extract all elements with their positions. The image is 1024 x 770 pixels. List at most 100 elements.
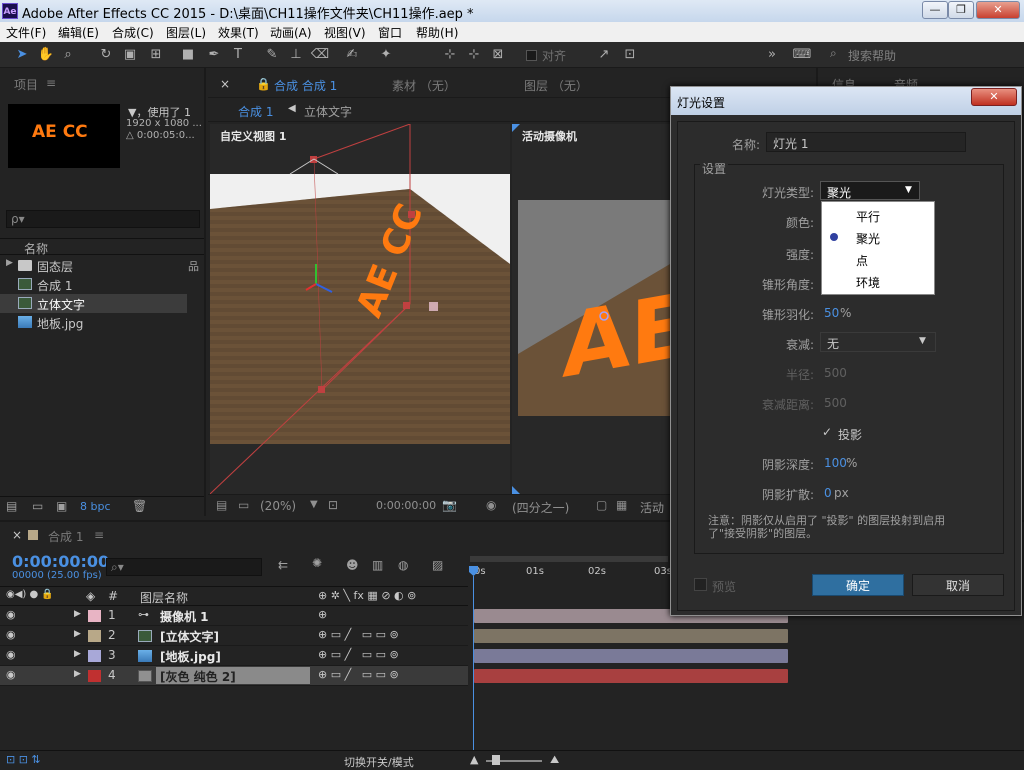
chevron-down-icon[interactable]: ▼: [310, 499, 318, 510]
project-tab[interactable]: 项目: [14, 76, 38, 93]
layer-name[interactable]: [地板.jpg]: [160, 648, 221, 665]
minimize-button[interactable]: —: [922, 1, 948, 19]
tab-composition[interactable]: 合成 合成 1: [274, 77, 337, 94]
rectangle-tool-icon[interactable]: ■: [178, 45, 198, 65]
falloff-dropdown[interactable]: 无 ▼: [820, 332, 936, 352]
project-menu-icon[interactable]: ≡: [46, 76, 56, 90]
label-swatch[interactable]: [88, 630, 101, 642]
world-axis-icon[interactable]: ⊹: [464, 45, 484, 65]
option-ambient[interactable]: 环境: [822, 271, 934, 292]
keyboard-icon[interactable]: ⌨: [792, 45, 812, 65]
time-ruler[interactable]: 0s 01s 02s 03s: [468, 556, 672, 586]
view-axis-icon[interactable]: ⊠: [488, 45, 508, 65]
workspace-expand-icon[interactable]: »: [762, 45, 782, 65]
viewer-timecode[interactable]: 0:00:00:00: [376, 499, 436, 512]
brush-tool-icon[interactable]: ✎: [262, 45, 282, 65]
expand-arrow-icon[interactable]: ▶: [74, 629, 81, 639]
switches-icon[interactable]: ⊕ ▭ ╱ ▭ ▭ ⊚: [318, 628, 399, 641]
active-camera-view[interactable]: 活动摄像机 AE CC: [512, 124, 670, 494]
new-folder-icon[interactable]: ▭: [32, 499, 43, 513]
option-spot[interactable]: 聚光: [822, 227, 934, 248]
switches-icon[interactable]: ⊕ ▭ ╱ ▭ ▭ ⊚: [318, 668, 399, 681]
menu-effect[interactable]: 效果(T): [218, 24, 259, 41]
snap-feature-icon[interactable]: ⊡: [620, 45, 640, 65]
trash-icon[interactable]: 🗑: [132, 499, 147, 513]
local-axis-icon[interactable]: ⊹: [440, 45, 460, 65]
menu-file[interactable]: 文件(F): [6, 24, 46, 41]
zoom-dropdown[interactable]: (20%): [260, 499, 296, 513]
draft-3d-icon[interactable]: ✺: [312, 556, 322, 570]
graph-editor-icon[interactable]: ▨: [432, 558, 443, 572]
expand-arrow-icon[interactable]: ▶: [6, 258, 13, 268]
cast-shadow-checkbox[interactable]: ✓: [822, 426, 835, 439]
label-swatch[interactable]: [88, 650, 101, 662]
expand-arrow-icon[interactable]: ▶: [74, 669, 81, 679]
camera-snapshot-icon[interactable]: 📷: [442, 498, 457, 512]
layer-switches-icon[interactable]: ⊡ ⊡ ⇅: [6, 753, 41, 766]
close-window-button[interactable]: ✕: [976, 1, 1020, 19]
shadow-depth-value[interactable]: 100: [824, 456, 847, 470]
maximize-button[interactable]: ❐: [948, 1, 974, 19]
layer-name[interactable]: [立体文字]: [160, 628, 219, 645]
project-col-name[interactable]: 名称: [24, 240, 48, 257]
pan-behind-tool-icon[interactable]: ⊞: [146, 45, 166, 65]
zoom-slider-handle[interactable]: [492, 755, 500, 765]
flowchart-icon[interactable]: 品: [188, 258, 199, 274]
layer-bar-solid[interactable]: [474, 669, 788, 683]
light-type-dropdown[interactable]: 聚光 ▼: [820, 181, 920, 200]
zoom-out-icon[interactable]: ▲: [470, 753, 478, 766]
resolution-dropdown[interactable]: (四分之一): [512, 499, 569, 516]
transparency-grid-icon[interactable]: ▦: [616, 498, 627, 512]
camera-dropdown[interactable]: 活动: [640, 499, 664, 516]
project-item-3dtext[interactable]: 立体文字: [0, 294, 187, 313]
lock-icon[interactable]: 🔒: [256, 77, 271, 91]
type-tool-icon[interactable]: T: [228, 45, 248, 65]
eye-icon[interactable]: ◉: [6, 668, 16, 681]
preview-checkbox[interactable]: [694, 578, 707, 591]
hand-tool-icon[interactable]: ✋: [36, 45, 56, 65]
breadcrumb-comp1[interactable]: 合成 1: [238, 103, 273, 120]
eye-icon[interactable]: ◉: [6, 628, 16, 641]
layer-row-floor[interactable]: ◉ ▶ 3 [地板.jpg] ⊕ ▭ ╱ ▭ ▭ ⊚: [0, 646, 468, 666]
puppet-pin-tool-icon[interactable]: ✦: [376, 45, 396, 65]
help-search-input[interactable]: 搜索帮助: [848, 47, 896, 64]
eraser-tool-icon[interactable]: ⌫: [310, 45, 330, 65]
zoom-tool-icon[interactable]: ⌕: [58, 45, 78, 65]
tab-footage[interactable]: 素材 （无）: [392, 77, 456, 94]
eye-icon[interactable]: ◉: [6, 608, 16, 621]
comp-flowchart-icon[interactable]: ⇇: [278, 558, 288, 572]
layer-row-solid[interactable]: ◉ ▶ 4 [灰色 纯色 2] ⊕ ▭ ╱ ▭ ▭ ⊚: [0, 666, 468, 686]
timeline-tab[interactable]: 合成 1: [48, 528, 83, 545]
option-point[interactable]: 点: [822, 249, 934, 270]
expand-arrow-icon[interactable]: ▶: [74, 609, 81, 619]
snapshot-icon[interactable]: ▤: [216, 498, 227, 512]
cone-feather-value[interactable]: 50: [824, 306, 839, 320]
label-swatch[interactable]: [88, 670, 101, 682]
clone-stamp-tool-icon[interactable]: ⊥: [286, 45, 306, 65]
light-name-input[interactable]: 灯光 1: [766, 132, 966, 152]
region-icon[interactable]: ▢: [596, 498, 607, 512]
shy-icon[interactable]: ☻: [346, 558, 359, 572]
close-tab-icon[interactable]: ×: [220, 77, 230, 91]
timeline-search-input[interactable]: ⌕▾: [106, 558, 262, 576]
motion-blur-icon[interactable]: ◍: [398, 558, 408, 572]
tab-layer[interactable]: 图层 （无）: [524, 77, 588, 94]
layer-name[interactable]: [灰色 纯色 2]: [156, 667, 310, 684]
timeline-menu-icon[interactable]: ≡: [94, 528, 104, 542]
layer-bar-3dtext[interactable]: [474, 629, 788, 643]
switches-icon[interactable]: ⊕ ▭ ╱ ▭ ▭ ⊚: [318, 648, 399, 661]
breadcrumb-3dtext[interactable]: 立体文字: [304, 103, 352, 120]
cancel-button[interactable]: 取消: [912, 574, 1004, 596]
rotate-tool-icon[interactable]: ↻: [96, 45, 116, 65]
menu-help[interactable]: 帮助(H): [416, 24, 458, 41]
snap-checkbox[interactable]: [526, 50, 537, 61]
project-item-floor[interactable]: 地板.jpg: [0, 313, 204, 332]
layer-name[interactable]: 摄像机 1: [160, 608, 209, 625]
pen-tool-icon[interactable]: ✒: [204, 45, 224, 65]
selection-tool-icon[interactable]: ➤: [12, 45, 32, 65]
menu-window[interactable]: 窗口: [378, 24, 402, 41]
custom-view-1[interactable]: 自定义视图 1 AE CC: [210, 124, 510, 494]
roto-brush-tool-icon[interactable]: ✍: [342, 45, 362, 65]
layer-bar-floor[interactable]: [474, 649, 788, 663]
menu-view[interactable]: 视图(V): [324, 24, 366, 41]
